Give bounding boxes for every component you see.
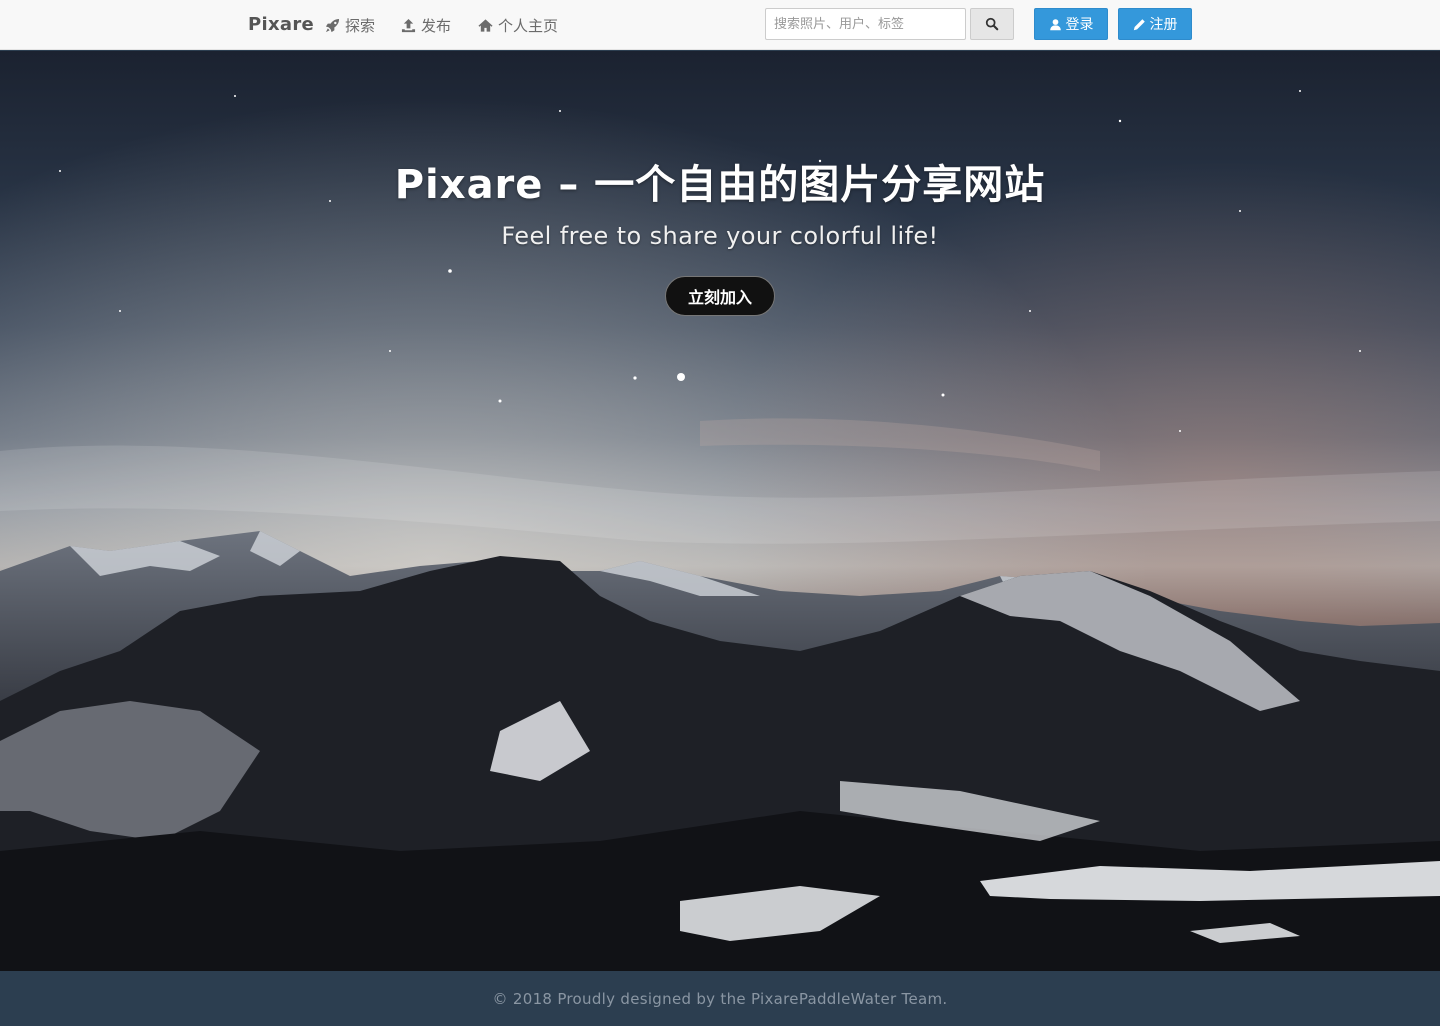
nav-item-publish[interactable]: 发布 <box>401 15 451 35</box>
footer: © 2018 Proudly designed by the PixarePad… <box>0 971 1440 1026</box>
upload-icon <box>401 18 416 32</box>
user-icon <box>1049 18 1061 30</box>
search-icon <box>985 17 999 31</box>
register-label: 注册 <box>1149 16 1178 32</box>
join-now-button[interactable]: 立刻加入 <box>665 276 775 316</box>
nav-item-label: 探索 <box>345 16 376 35</box>
hero-title: Pixare – 一个自由的图片分享网站 <box>394 162 1046 208</box>
search-input[interactable] <box>765 8 966 40</box>
register-button[interactable]: 注册 <box>1118 8 1192 40</box>
login-button[interactable]: 登录 <box>1034 8 1108 40</box>
nav-item-label: 个人主页 <box>498 16 559 35</box>
home-icon <box>478 18 493 32</box>
brand-logo[interactable]: Pixare <box>248 14 314 35</box>
pencil-icon <box>1133 18 1145 30</box>
rocket-icon <box>325 18 340 32</box>
hero-section: Pixare – 一个自由的图片分享网站 Feel free to share … <box>0 51 1440 971</box>
hero-subtitle: Feel free to share your colorful life! <box>501 222 939 250</box>
nav-item-explore[interactable]: 探索 <box>325 15 375 35</box>
nav-item-profile[interactable]: 个人主页 <box>478 15 558 35</box>
nav-item-label: 发布 <box>421 16 452 35</box>
footer-copyright: © 2018 Proudly designed by the PixarePad… <box>492 989 948 1008</box>
navbar: Pixare 探索 发布 个人主页 登录 注册 <box>0 0 1440 50</box>
login-label: 登录 <box>1065 16 1094 32</box>
search-button[interactable] <box>970 8 1014 40</box>
